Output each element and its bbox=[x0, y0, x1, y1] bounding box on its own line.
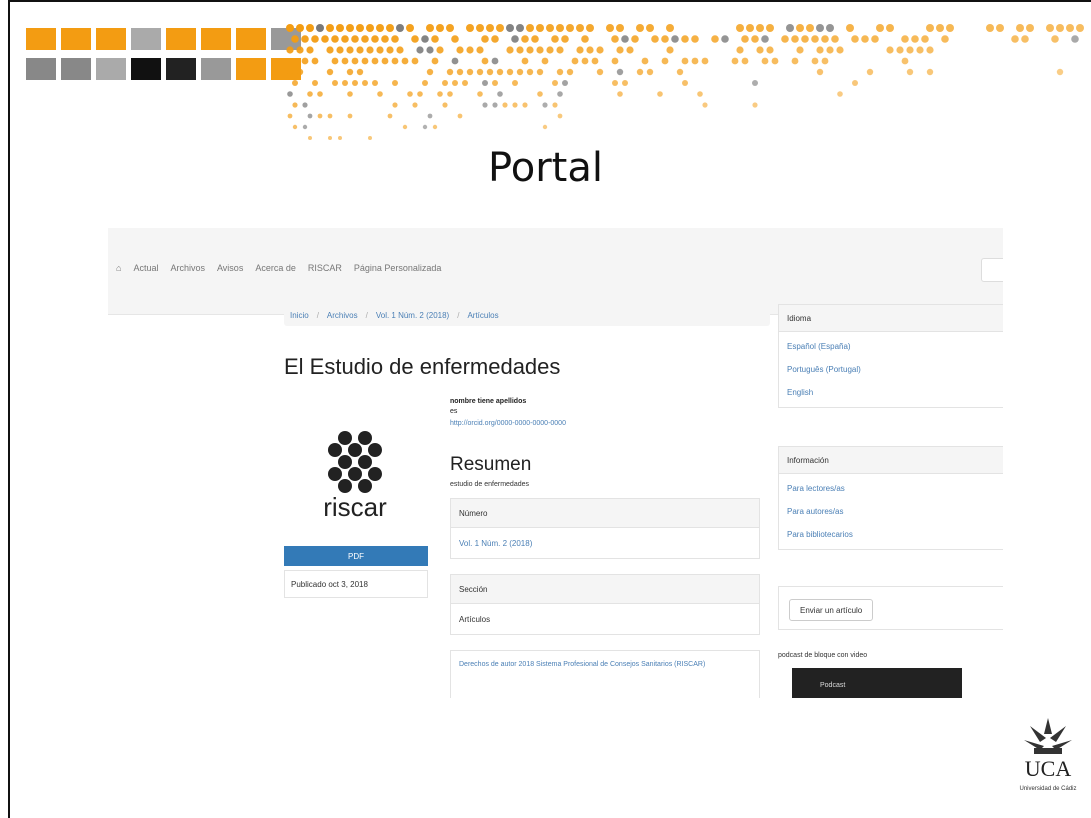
issue-panel: Número Vol. 1 Núm. 2 (2018) bbox=[450, 498, 760, 559]
podcast-label: podcast de bloque con video bbox=[778, 652, 868, 659]
portal-screenshot: ⌂ Actual Archivos Avisos Acerca de RISCA… bbox=[108, 228, 1003, 698]
breadcrumb-inicio[interactable]: Inicio bbox=[290, 311, 309, 320]
breadcrumb: Inicio / Archivos / Vol. 1 Núm. 2 (2018)… bbox=[284, 304, 770, 326]
pdf-button[interactable]: PDF bbox=[284, 546, 428, 566]
language-item-es[interactable]: Español (España) bbox=[787, 342, 1003, 351]
search-input[interactable] bbox=[981, 258, 1003, 282]
riscar-logo: riscar bbox=[323, 431, 387, 522]
video-player[interactable]: Podcast bbox=[792, 668, 962, 698]
license-text[interactable]: Derechos de autor 2018 Sistema Profesion… bbox=[450, 650, 760, 698]
section-value: Artículos bbox=[459, 614, 491, 624]
nav-item-riscar[interactable]: RISCAR bbox=[308, 263, 342, 273]
author-name: nombre tiene apellidos bbox=[450, 398, 527, 405]
slide-border-top bbox=[8, 0, 1091, 2]
abstract-text: estudio de enfermedades bbox=[450, 481, 529, 488]
orcid-link[interactable]: http://orcid.org/0000-0000-0000-0000 bbox=[450, 420, 566, 427]
info-item-authors[interactable]: Para autores/as bbox=[787, 507, 1003, 516]
issue-header: Número bbox=[451, 499, 759, 528]
slide-border-left bbox=[8, 0, 10, 818]
info-item-readers[interactable]: Para lectores/as bbox=[787, 484, 1003, 493]
nav-item-acerca[interactable]: Acerca de bbox=[255, 263, 296, 273]
info-panel: Información Para lectores/as Para autore… bbox=[778, 446, 1003, 550]
section-header: Sección bbox=[451, 575, 759, 604]
abstract-heading: Resumen bbox=[450, 454, 532, 475]
nav-menu: ⌂ Actual Archivos Avisos Acerca de RISCA… bbox=[116, 263, 441, 273]
section-panel: Sección Artículos bbox=[450, 574, 760, 635]
language-panel: Idioma Español (España) Português (Portu… bbox=[778, 304, 1003, 408]
breadcrumb-section: Artículos bbox=[467, 310, 499, 320]
video-caption: Podcast bbox=[820, 682, 846, 689]
info-item-librarians[interactable]: Para bibliotecarios bbox=[787, 530, 1003, 539]
breadcrumb-separator: / bbox=[316, 310, 319, 320]
uca-logo: UCA Universidad de Cádiz bbox=[1019, 718, 1077, 792]
home-icon[interactable]: ⌂ bbox=[116, 263, 121, 273]
article-title: El Estudio de enfermedades bbox=[284, 354, 561, 379]
info-list: Para lectores/as Para autores/as Para bi… bbox=[779, 474, 1003, 549]
uca-wordmark: UCA bbox=[1025, 756, 1072, 781]
slide-title: Portal bbox=[488, 145, 603, 191]
submit-panel: Enviar un artículo bbox=[778, 586, 1003, 630]
top-navbar: ⌂ Actual Archivos Avisos Acerca de RISCA… bbox=[108, 228, 1003, 315]
presentation-slide: Portal ⌂ Actual Archivos Avisos Acerca d… bbox=[0, 0, 1091, 818]
breadcrumb-separator: / bbox=[365, 310, 368, 320]
language-item-pt[interactable]: Português (Portugal) bbox=[787, 365, 1003, 374]
nav-item-archivos[interactable]: Archivos bbox=[170, 263, 205, 273]
nav-item-pagina[interactable]: Página Personalizada bbox=[354, 263, 442, 273]
uca-subtitle: Universidad de Cádiz bbox=[1019, 786, 1076, 792]
breadcrumb-issue[interactable]: Vol. 1 Núm. 2 (2018) bbox=[376, 311, 449, 320]
issue-link[interactable]: Vol. 1 Núm. 2 (2018) bbox=[451, 528, 759, 558]
info-header: Información bbox=[779, 447, 1003, 474]
author-affiliation: es bbox=[450, 408, 458, 415]
language-item-en[interactable]: English bbox=[787, 388, 1003, 397]
breadcrumb-archivos[interactable]: Archivos bbox=[327, 311, 358, 320]
breadcrumb-separator: / bbox=[457, 310, 460, 320]
submit-article-button[interactable]: Enviar un artículo bbox=[789, 599, 874, 621]
language-header: Idioma bbox=[779, 305, 1003, 332]
nav-item-avisos[interactable]: Avisos bbox=[217, 263, 243, 273]
published-date: Publicado oct 3, 2018 bbox=[284, 570, 428, 598]
language-list: Español (España) Português (Portugal) En… bbox=[779, 332, 1003, 407]
nav-item-actual[interactable]: Actual bbox=[133, 263, 158, 273]
logo-wordmark: riscar bbox=[323, 492, 387, 522]
